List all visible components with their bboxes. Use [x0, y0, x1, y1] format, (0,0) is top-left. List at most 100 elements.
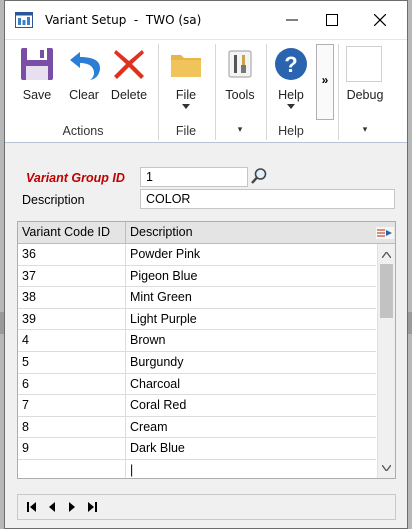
- delete-x-icon: [114, 50, 144, 79]
- table-row[interactable]: 5 Burgundy: [18, 351, 376, 374]
- svg-text:?: ?: [284, 52, 297, 77]
- expand-grid-icon: [375, 227, 394, 239]
- grid-header: Variant Code ID Description: [18, 222, 395, 244]
- table-row[interactable]: 39 Light Purple: [18, 308, 376, 331]
- close-icon: [374, 14, 386, 26]
- scrollbar-thumb[interactable]: [380, 264, 393, 318]
- chevron-up-icon: [382, 251, 391, 258]
- description-cell[interactable]: Coral Red: [126, 395, 376, 416]
- description-field[interactable]: COLOR: [140, 189, 395, 209]
- table-row[interactable]: 8 Cream: [18, 416, 376, 439]
- variant-code-cell[interactable]: [18, 459, 126, 478]
- file-menu-button[interactable]: File: [165, 46, 207, 109]
- variant-setup-window: Variant Setup - TWO (sa) Save Clear Dele…: [4, 0, 408, 529]
- file-group-label: File: [175, 124, 197, 138]
- save-button[interactable]: Save: [15, 46, 59, 106]
- record-navigation-bar: [17, 494, 396, 520]
- first-record-icon: [27, 502, 36, 512]
- scroll-down-button[interactable]: [378, 459, 395, 476]
- table-row[interactable]: 6 Charcoal: [18, 373, 376, 396]
- magnifier-icon: [251, 168, 267, 184]
- save-label: Save: [22, 88, 52, 102]
- variant-code-cell[interactable]: 8: [18, 416, 126, 438]
- description-cell[interactable]: Dark Blue: [126, 438, 376, 459]
- expand-grid-button[interactable]: [374, 222, 395, 244]
- description-cell[interactable]: Brown: [126, 330, 376, 351]
- next-record-button[interactable]: [64, 499, 80, 515]
- tools-button[interactable]: Tools: [219, 46, 261, 106]
- app-grid-icon: [15, 12, 33, 28]
- table-row[interactable]: 36 Powder Pink: [18, 244, 376, 266]
- description-cell[interactable]: Pigeon Blue: [126, 266, 376, 287]
- table-row[interactable]: 9 Dark Blue: [18, 438, 376, 460]
- last-record-button[interactable]: [84, 499, 100, 515]
- description-cell[interactable]: Cream: [126, 417, 376, 438]
- column-header-variant-code-id[interactable]: Variant Code ID: [18, 222, 126, 244]
- variant-code-cell[interactable]: 9: [18, 438, 126, 460]
- table-row[interactable]: 37 Pigeon Blue: [18, 265, 376, 288]
- variant-group-id-label: Variant Group ID: [26, 171, 125, 185]
- ribbon-separator: [215, 44, 216, 140]
- file-label: File: [175, 88, 197, 102]
- debug-label: Debug: [346, 88, 384, 102]
- delete-label: Delete: [110, 88, 148, 102]
- variant-code-grid: Variant Code ID Description 36 Powder Pin…: [17, 221, 396, 479]
- debug-group-expander[interactable]: ▾: [341, 124, 389, 135]
- description-label: Description: [22, 193, 85, 207]
- close-button[interactable]: [357, 1, 403, 39]
- variant-code-cell[interactable]: 5: [18, 351, 126, 373]
- folder-icon: [171, 55, 201, 77]
- ribbon-separator: [338, 44, 339, 140]
- description-cell[interactable]: Powder Pink: [126, 244, 376, 265]
- variant-code-cell[interactable]: 6: [18, 373, 126, 395]
- description-cell[interactable]: Charcoal: [126, 374, 376, 395]
- help-question-icon: ?: [275, 48, 307, 80]
- variant-code-cell[interactable]: 7: [18, 395, 126, 417]
- previous-record-button[interactable]: [44, 499, 60, 515]
- chevron-down-icon: [182, 104, 190, 109]
- table-row[interactable]: 38 Mint Green: [18, 287, 376, 309]
- table-row-new[interactable]: |: [18, 459, 376, 478]
- window-title: Variant Setup - TWO (sa): [45, 13, 202, 27]
- grid-rows: 36 Powder Pink 37 Pigeon Blue 38 Mint Green…: [18, 244, 376, 478]
- chevron-down-icon: [382, 464, 391, 471]
- next-record-icon: [69, 502, 75, 512]
- scroll-up-button[interactable]: [378, 246, 395, 263]
- delete-button[interactable]: Delete: [107, 46, 151, 106]
- first-record-button[interactable]: [24, 499, 40, 515]
- tools-label: Tools: [225, 88, 255, 102]
- tools-icon: [228, 50, 252, 78]
- actions-group-label: Actions: [62, 124, 104, 138]
- table-row[interactable]: 4 Brown: [18, 330, 376, 352]
- lookup-button[interactable]: [249, 166, 269, 186]
- debug-button[interactable]: Debug: [341, 46, 389, 106]
- chevron-down-icon: [287, 104, 295, 109]
- help-label: Help: [278, 88, 304, 102]
- variant-code-cell[interactable]: 39: [18, 308, 126, 330]
- grid-vertical-scrollbar[interactable]: [377, 244, 395, 478]
- ribbon-separator: [158, 44, 159, 140]
- previous-record-icon: [49, 502, 55, 512]
- title-bar[interactable]: Variant Setup - TWO (sa): [5, 1, 407, 39]
- variant-code-cell[interactable]: 36: [18, 244, 126, 265]
- column-header-description[interactable]: Description: [126, 222, 374, 244]
- ribbon-overflow-button[interactable]: »: [316, 44, 334, 120]
- description-cell[interactable]: |: [126, 460, 376, 478]
- clear-button[interactable]: Clear: [63, 46, 105, 106]
- variant-code-cell[interactable]: 37: [18, 265, 126, 287]
- description-cell[interactable]: Burgundy: [126, 352, 376, 373]
- help-menu-button[interactable]: ? Help: [271, 46, 311, 109]
- variant-code-cell[interactable]: 4: [18, 330, 126, 352]
- clear-label: Clear: [69, 88, 99, 102]
- description-cell[interactable]: Mint Green: [126, 287, 376, 308]
- table-row[interactable]: 7 Coral Red: [18, 395, 376, 417]
- description-cell[interactable]: Light Purple: [126, 309, 376, 330]
- tools-group-expander[interactable]: ▾: [219, 124, 261, 135]
- variant-group-id-field[interactable]: 1: [140, 167, 248, 187]
- maximize-button[interactable]: [309, 1, 355, 39]
- undo-arrow-icon: [70, 52, 100, 80]
- maximize-icon: [326, 14, 338, 26]
- last-record-icon: [88, 502, 97, 512]
- variant-code-cell[interactable]: 38: [18, 287, 126, 309]
- minimize-icon: [286, 19, 298, 21]
